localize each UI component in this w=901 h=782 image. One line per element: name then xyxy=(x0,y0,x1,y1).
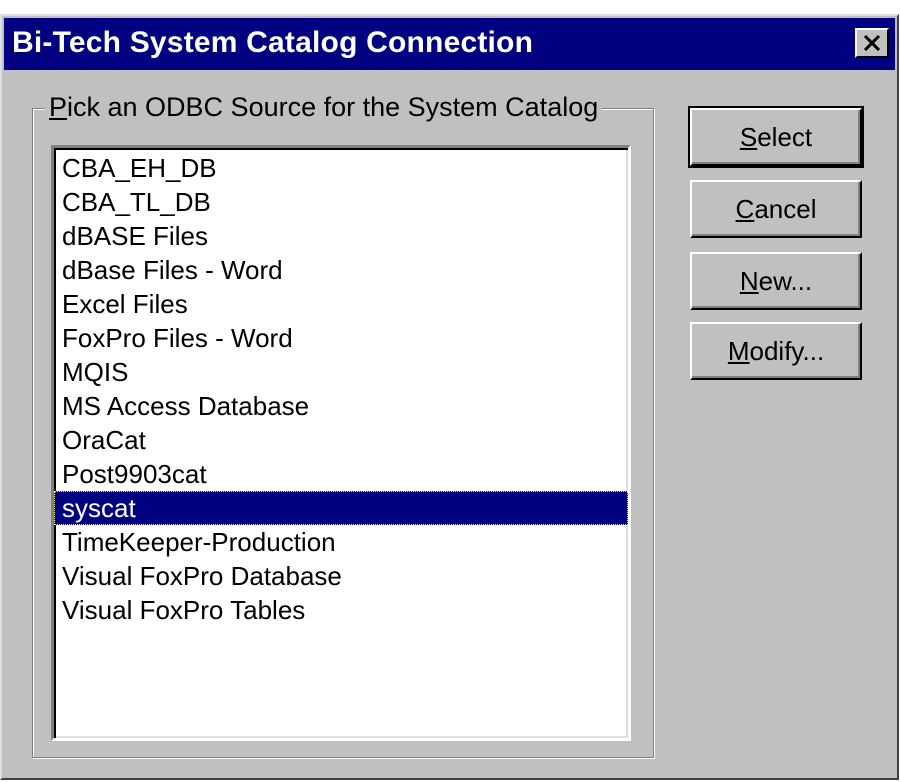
modify-button[interactable]: Modify... xyxy=(690,322,862,380)
select-label: elect xyxy=(757,121,813,152)
list-item[interactable]: dBASE Files xyxy=(54,219,628,253)
list-item[interactable]: Visual FoxPro Database xyxy=(54,559,628,593)
modify-accel: M xyxy=(727,335,750,366)
list-item[interactable]: MQIS xyxy=(54,355,628,389)
new-label: ew... xyxy=(758,265,813,296)
list-item[interactable]: FoxPro Files - Word xyxy=(54,321,628,355)
odbc-source-group: Pick an ODBC Source for the System Catal… xyxy=(32,92,654,758)
group-label-accel: P xyxy=(49,92,68,122)
cancel-button[interactable]: Cancel xyxy=(690,180,862,238)
list-item[interactable]: TimeKeeper-Production xyxy=(54,525,628,559)
new-accel: N xyxy=(739,265,759,296)
modify-label: odify... xyxy=(749,335,825,366)
close-button[interactable] xyxy=(855,28,889,58)
title-bar[interactable]: Bi-Tech System Catalog Connection xyxy=(4,18,895,70)
dialog-window: Bi-Tech System Catalog Connection Pick a… xyxy=(0,14,899,780)
list-item[interactable]: dBase Files - Word xyxy=(54,253,628,287)
group-label-text: ick an ODBC Source for the System Catalo… xyxy=(67,92,599,122)
list-item[interactable]: Excel Files xyxy=(54,287,628,321)
odbc-source-list[interactable]: CBA_EH_DB CBA_TL_DB dBASE Files dBase Files… xyxy=(51,145,631,741)
select-button[interactable]: Select xyxy=(688,106,864,168)
list-item[interactable]: CBA_EH_DB xyxy=(54,151,628,185)
list-item[interactable]: MS Access Database xyxy=(54,389,628,423)
list-item[interactable]: OraCat xyxy=(54,423,628,457)
new-button[interactable]: New... xyxy=(690,252,862,310)
cancel-accel: C xyxy=(735,193,755,224)
group-label: Pick an ODBC Source for the System Catal… xyxy=(45,92,603,123)
list-item[interactable]: CBA_TL_DB xyxy=(54,185,628,219)
list-item[interactable]: syscat xyxy=(54,491,628,525)
select-accel: S xyxy=(739,121,758,152)
cancel-label: ancel xyxy=(754,193,817,224)
window-title: Bi-Tech System Catalog Connection xyxy=(12,26,534,59)
list-item[interactable]: Visual FoxPro Tables xyxy=(54,593,628,627)
list-item[interactable]: Post9903cat xyxy=(54,457,628,491)
close-icon xyxy=(863,35,881,51)
